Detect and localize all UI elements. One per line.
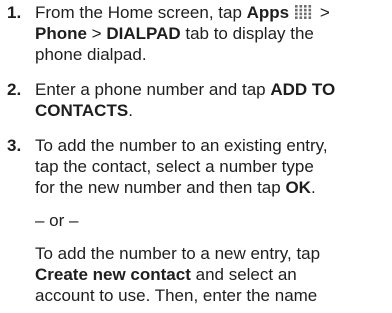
apps-grid-icon bbox=[293, 4, 313, 20]
text-line: for the new number and then tap OK. bbox=[35, 177, 390, 198]
step-text: Enter a phone number and tap ADD TO CONT… bbox=[35, 79, 390, 121]
bold-term: Apps bbox=[246, 3, 290, 22]
text-run: for the new number and then tap bbox=[35, 178, 286, 197]
text-line: Create new contact and select an bbox=[35, 264, 390, 285]
text-run: From the Home screen, tap bbox=[35, 3, 247, 22]
text-line: To add the number to a new entry, tap bbox=[35, 244, 321, 263]
step-text: To add the number to an existing entry, … bbox=[35, 135, 390, 306]
text-line: From the Home screen, tap Apps > bbox=[35, 2, 390, 23]
bold-term: CONTACTS bbox=[35, 101, 129, 120]
text-run: Enter a phone number and tap bbox=[35, 80, 271, 99]
text-run: > bbox=[315, 3, 330, 22]
text-line: Phone > DIALPAD tab to display the bbox=[35, 23, 390, 44]
text-line: tap the contact, select a number type bbox=[35, 157, 314, 176]
step-number: 3. bbox=[7, 136, 22, 155]
bold-term: DIALPAD bbox=[106, 24, 181, 43]
text-run: > bbox=[86, 24, 107, 43]
text-run: and select an bbox=[190, 265, 297, 284]
or-separator: – or – bbox=[35, 211, 79, 230]
text-run: tab to display the bbox=[180, 24, 314, 43]
bold-term: Create new contact bbox=[35, 265, 191, 284]
text-line: phone dialpad. bbox=[35, 45, 147, 64]
text-line: To add the number to an existing entry, bbox=[35, 136, 328, 155]
step-text: From the Home screen, tap Apps > Phone >… bbox=[35, 2, 390, 65]
text-line: Enter a phone number and tap ADD TO bbox=[35, 79, 390, 100]
step-number: 1. bbox=[7, 3, 22, 22]
bold-term: ADD TO bbox=[270, 80, 336, 99]
text-run: . bbox=[128, 101, 133, 120]
bold-term: Phone bbox=[35, 24, 87, 43]
bold-term: OK bbox=[285, 178, 311, 197]
step-number: 2. bbox=[7, 80, 22, 99]
text-run: . bbox=[310, 178, 316, 197]
text-line: CONTACTS. bbox=[35, 100, 390, 121]
text-line: account to use. Then, enter the name bbox=[35, 286, 318, 305]
instructions-document: 1. From the Home screen, tap Apps > Phon… bbox=[0, 0, 392, 313]
